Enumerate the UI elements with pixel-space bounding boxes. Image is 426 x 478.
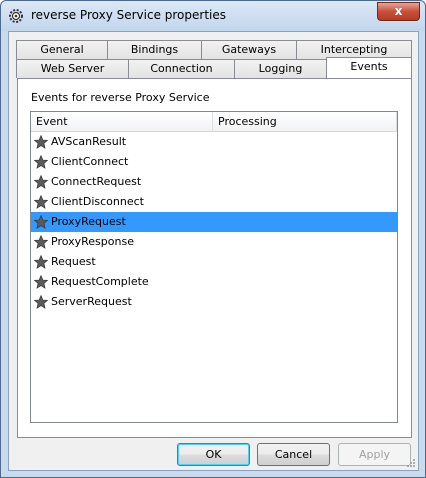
- panel-label: Events for reverse Proxy Service: [31, 91, 210, 104]
- star-icon: [34, 195, 48, 209]
- column-header-processing[interactable]: Processing: [213, 112, 397, 132]
- title-bar[interactable]: reverse Proxy Service properties x: [1, 1, 425, 31]
- gear-icon: [9, 9, 23, 23]
- tab-general[interactable]: General: [16, 40, 108, 59]
- tab-web-server[interactable]: Web Server: [16, 59, 129, 78]
- event-name: AVScanResult: [51, 135, 127, 148]
- cancel-button[interactable]: Cancel: [257, 443, 330, 466]
- apply-button[interactable]: Apply: [338, 443, 411, 466]
- star-icon: [34, 135, 48, 149]
- event-name: ConnectRequest: [51, 175, 142, 188]
- star-icon: [34, 175, 48, 189]
- tab-gateways[interactable]: Gateways: [201, 40, 297, 59]
- column-header-event[interactable]: Event: [31, 112, 213, 132]
- tab-bindings[interactable]: Bindings: [107, 40, 202, 59]
- event-name: ProxyResponse: [51, 235, 134, 248]
- event-name: Request: [51, 255, 96, 268]
- properties-dialog: reverse Proxy Service properties x Gener…: [0, 0, 426, 478]
- star-icon: [34, 295, 48, 309]
- star-icon: [34, 215, 48, 229]
- close-icon: x: [394, 4, 403, 18]
- tab-logging[interactable]: Logging: [234, 59, 327, 78]
- star-icon: [34, 235, 48, 249]
- star-icon: [34, 255, 48, 269]
- list-item-selected[interactable]: ProxyRequest: [31, 212, 397, 232]
- list-item[interactable]: ConnectRequest: [31, 172, 397, 192]
- event-name: ClientDisconnect: [51, 195, 144, 208]
- list-item[interactable]: ClientConnect: [31, 152, 397, 172]
- star-icon: [34, 275, 48, 289]
- event-name: ServerRequest: [51, 295, 132, 308]
- list-item[interactable]: AVScanResult: [31, 132, 397, 152]
- list-item[interactable]: ProxyResponse: [31, 232, 397, 252]
- ok-button[interactable]: OK: [177, 443, 250, 466]
- list-item[interactable]: RequestComplete: [31, 272, 397, 292]
- star-icon: [34, 155, 48, 169]
- event-name: ProxyRequest: [51, 215, 126, 228]
- tab-events[interactable]: Events: [326, 57, 412, 78]
- event-name: ClientConnect: [51, 155, 129, 168]
- list-item[interactable]: ServerRequest: [31, 292, 397, 312]
- events-tab-panel: Events for reverse Proxy Service Event P…: [17, 78, 412, 438]
- list-item[interactable]: Request: [31, 252, 397, 272]
- resize-grip-icon[interactable]: [406, 458, 416, 468]
- list-header: Event Processing: [31, 112, 397, 132]
- event-name: RequestComplete: [51, 275, 149, 288]
- events-list[interactable]: Event Processing AVScanResult ClientConn…: [30, 111, 398, 423]
- window-title: reverse Proxy Service properties: [31, 8, 227, 22]
- dialog-body: General Bindings Gateways Intercepting W…: [8, 31, 419, 471]
- list-item[interactable]: ClientDisconnect: [31, 192, 397, 212]
- tab-connection[interactable]: Connection: [128, 59, 235, 78]
- close-button[interactable]: x: [377, 2, 420, 21]
